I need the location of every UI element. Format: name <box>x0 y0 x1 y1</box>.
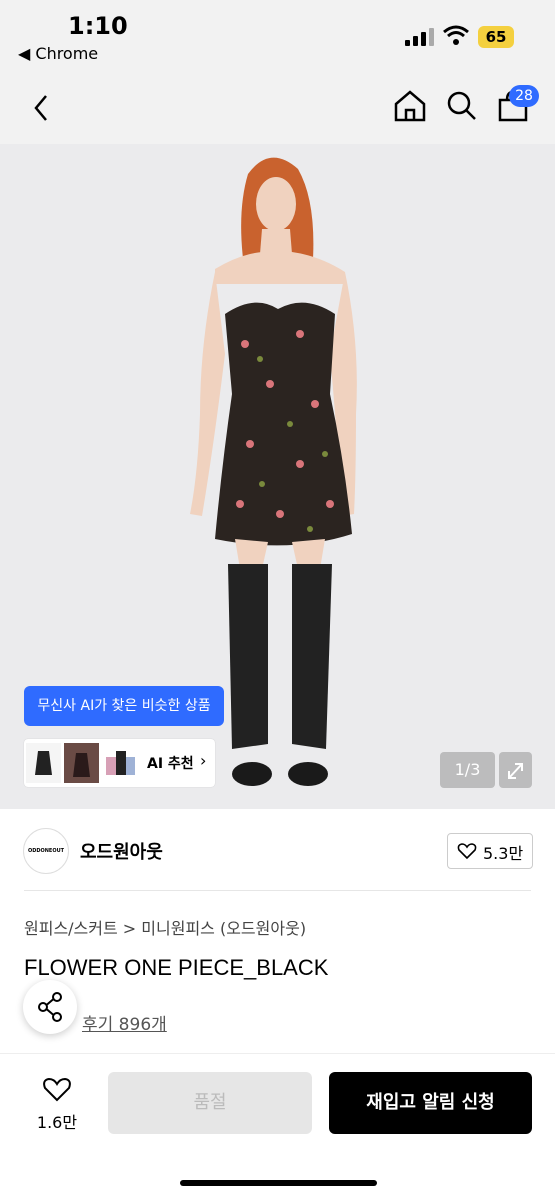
back-to-app-link[interactable]: ◀ Chrome <box>18 44 98 63</box>
chevron-right-icon: › <box>200 751 207 770</box>
top-nav <box>0 72 555 144</box>
home-icon[interactable] <box>393 88 427 124</box>
recommend-thumb-2 <box>64 743 99 783</box>
category-breadcrumb[interactable]: 원피스/스커트 > 미니원피스 (오드원아웃) <box>24 915 306 939</box>
product-like-count: 1.6만 <box>36 1113 78 1132</box>
brand-like-button[interactable]: 5.3만 <box>447 833 533 869</box>
recommend-thumb-3 <box>102 743 137 783</box>
review-count-link[interactable]: 후기 896개 <box>82 1010 167 1035</box>
ai-similar-products-tooltip: 무신사 AI가 찾은 비슷한 상품 <box>24 686 224 726</box>
heart-icon <box>43 1077 71 1102</box>
share-icon <box>38 992 62 1022</box>
home-indicator <box>180 1180 377 1186</box>
share-button[interactable] <box>23 980 77 1034</box>
ai-recommend-card[interactable]: AI 추천 › <box>24 739 215 787</box>
brand-like-count: 5.3만 <box>483 844 524 863</box>
ai-recommend-label: AI 추천 <box>147 756 194 772</box>
restock-alert-button[interactable]: 재입고 알림 신청 <box>329 1072 532 1134</box>
battery-icon: 65 <box>478 26 514 48</box>
heart-icon <box>457 843 477 860</box>
product-title: FLOWER ONE PIECE_BLACK <box>24 955 329 980</box>
cart-count-badge: 28 <box>509 85 539 107</box>
wifi-icon <box>443 25 469 45</box>
brand-logo[interactable]: ODDONEOUT <box>23 828 69 874</box>
back-arrow-icon[interactable] <box>28 90 56 126</box>
expand-icon[interactable] <box>499 752 532 788</box>
status-bar: 1:10 ◀ Chrome 65 <box>0 0 555 72</box>
brand-name[interactable]: 오드원아웃 <box>80 838 163 864</box>
soldout-button: 품절 <box>108 1072 312 1134</box>
divider <box>24 890 531 891</box>
image-pager: 1/3 <box>440 752 495 788</box>
search-icon[interactable] <box>445 88 479 124</box>
signal-icon <box>405 28 435 46</box>
recommend-thumb-1 <box>26 743 61 783</box>
status-time: 1:10 <box>68 12 128 40</box>
